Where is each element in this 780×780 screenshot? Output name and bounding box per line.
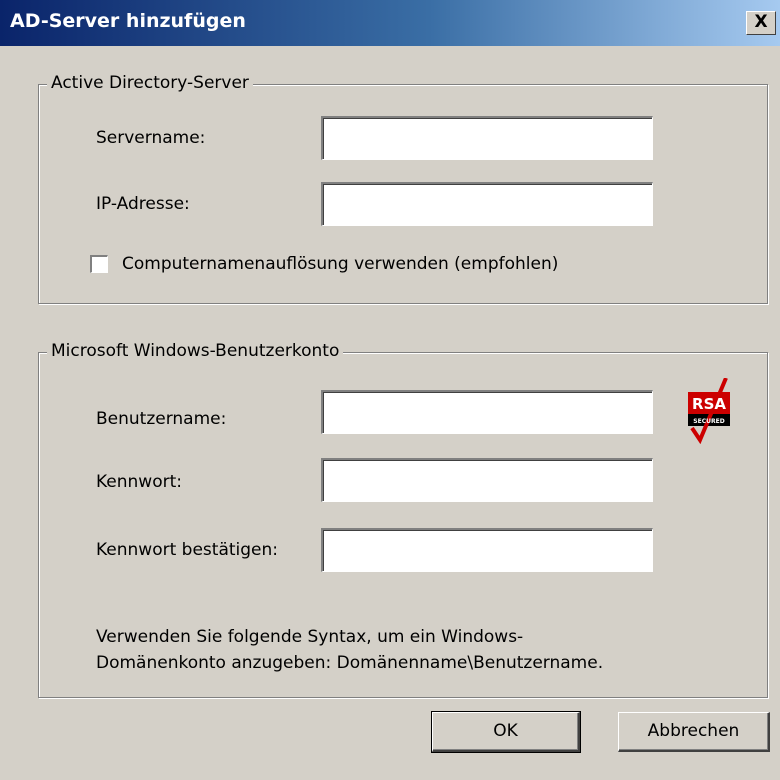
name-resolution-label[interactable]: Computernamenauflösung verwenden (empfoh… (122, 254, 558, 274)
group-legend-server: Active Directory-Server (47, 73, 253, 93)
syntax-hint-line2: Domänenkonto anzugeben: Domänenname\Benu… (96, 653, 604, 673)
username-label: Benutzername: (96, 409, 227, 429)
window-title: AD-Server hinzufügen (10, 10, 246, 32)
rsa-logo-text: RSA (692, 395, 726, 413)
servername-input[interactable] (321, 116, 653, 160)
close-icon: X (754, 12, 768, 32)
close-button[interactable]: X (746, 11, 776, 35)
group-legend-account: Microsoft Windows-Benutzerkonto (47, 341, 344, 361)
ok-button[interactable]: OK (431, 711, 581, 753)
syntax-hint-line1: Verwenden Sie folgende Syntax, um ein Wi… (96, 627, 524, 647)
password-input[interactable] (321, 458, 653, 502)
password-label: Kennwort: (96, 472, 182, 492)
syntax-hint: Verwenden Sie folgende Syntax, um ein Wi… (96, 624, 603, 676)
name-resolution-checkbox[interactable] (90, 255, 108, 273)
ip-address-input[interactable] (321, 182, 653, 226)
ip-address-label: IP-Adresse: (96, 194, 190, 214)
cancel-button[interactable]: Abbrechen (618, 712, 770, 752)
rsa-logo-subtext: SECURED (693, 418, 724, 425)
servername-label: Servername: (96, 128, 206, 148)
rsa-secured-logo-icon: RSA SECURED (688, 378, 730, 444)
confirm-password-input[interactable] (321, 528, 653, 572)
confirm-password-label: Kennwort bestätigen: (96, 540, 279, 560)
title-bar: AD-Server hinzufügen X (0, 0, 780, 46)
username-input[interactable] (321, 390, 653, 434)
